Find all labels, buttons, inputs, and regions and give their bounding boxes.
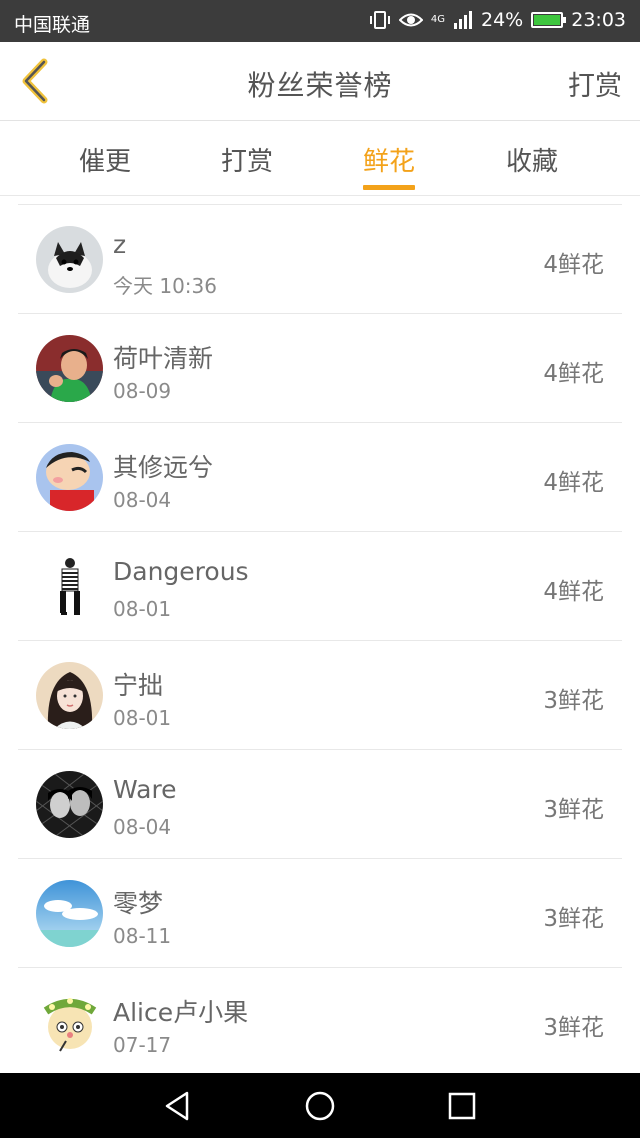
cartoon-avatar (36, 444, 103, 511)
user-name: 荷叶清新 (113, 344, 214, 373)
signal-icon (454, 11, 472, 29)
system-nav-bar (0, 1073, 640, 1138)
flower-count: 3鲜花 (543, 688, 604, 714)
user-date: 08-11 (113, 924, 172, 948)
tab-label: 催更 (79, 147, 132, 177)
user-date: 08-09 (113, 379, 172, 403)
vibrate-icon (369, 11, 390, 29)
avatar[interactable] (36, 880, 103, 947)
tab-label: 收藏 (506, 147, 559, 177)
flower-count: 3鲜花 (543, 1015, 604, 1041)
figure-avatar (36, 553, 103, 620)
user-date: 08-01 (113, 706, 172, 730)
list-item[interactable]: Ware 08-04 3鲜花 (18, 750, 622, 859)
fans-list: z 今天 10:36 4鲜花 荷叶清新 08-09 4鲜花 其修远兮 08-04… (18, 204, 622, 1077)
battery-icon (531, 12, 567, 28)
tab-urge[interactable]: 催更 (79, 141, 131, 178)
clock: 23:03 (571, 9, 626, 31)
list-item[interactable]: Dangerous 08-01 4鲜花 (18, 532, 622, 641)
list-item[interactable]: 荷叶清新 08-09 4鲜花 (18, 314, 622, 423)
list-item[interactable]: 宁拙 08-01 3鲜花 (18, 641, 622, 750)
reward-button[interactable]: 打赏 (568, 64, 622, 103)
list-item[interactable]: z 今天 10:36 4鲜花 (18, 205, 622, 314)
tab-favorites[interactable]: 收藏 (506, 141, 558, 178)
husky-avatar (36, 226, 103, 293)
network-type: 4G (430, 14, 445, 25)
flower-count: 4鲜花 (543, 470, 604, 496)
avatar[interactable] (36, 444, 103, 511)
tab-reward[interactable]: 打赏 (221, 141, 273, 178)
avatar[interactable] (36, 989, 103, 1056)
user-date: 08-01 (113, 597, 172, 621)
avatar[interactable] (36, 662, 103, 729)
boy-photo-avatar (36, 335, 103, 402)
tab-label: 鲜花 (363, 147, 416, 177)
list-item[interactable]: 其修远兮 08-04 4鲜花 (18, 423, 622, 532)
status-icons: 4G 24% 23:03 (369, 9, 626, 31)
flower-count: 3鲜花 (543, 797, 604, 823)
status-bar: 中国联通 4G 24% 23:03 (0, 0, 640, 42)
user-name: z (113, 230, 127, 259)
user-name: 其修远兮 (113, 453, 214, 482)
flower-crown-avatar (36, 989, 103, 1056)
avatar[interactable] (36, 226, 103, 293)
flower-count: 4鲜花 (543, 252, 604, 278)
flower-count: 4鲜花 (543, 361, 604, 387)
page-title: 粉丝荣誉榜 (247, 69, 393, 102)
user-date: 今天 10:36 (113, 274, 217, 298)
list-item[interactable]: Alice卢小果 07-17 3鲜花 (18, 968, 622, 1077)
sky-avatar (36, 880, 103, 947)
tab-label: 打赏 (221, 147, 274, 177)
bw-photo-avatar (36, 771, 103, 838)
tab-bar: 催更 打赏 鲜花 收藏 (0, 121, 640, 196)
user-date: 08-04 (113, 488, 172, 512)
top-bar: 粉丝荣誉榜 打赏 (0, 42, 640, 121)
recents-square-icon[interactable] (445, 1089, 479, 1123)
user-name: Alice卢小果 (113, 998, 249, 1027)
tab-flowers[interactable]: 鲜花 (363, 141, 416, 190)
user-name: Ware (113, 775, 177, 804)
flower-count: 3鲜花 (543, 906, 604, 932)
user-name: Dangerous (113, 557, 249, 586)
user-date: 08-04 (113, 815, 172, 839)
girl-illustration-avatar (36, 662, 103, 729)
battery-percent: 24% (481, 9, 524, 31)
active-tab-indicator (363, 185, 416, 190)
flower-count: 4鲜花 (543, 579, 604, 605)
carrier-label: 中国联通 (14, 14, 91, 36)
back-triangle-icon[interactable] (161, 1089, 195, 1123)
avatar[interactable] (36, 335, 103, 402)
avatar[interactable] (36, 553, 103, 620)
list-item[interactable]: 零梦 08-11 3鲜花 (18, 859, 622, 968)
user-name: 宁拙 (113, 671, 164, 700)
home-circle-icon[interactable] (303, 1089, 337, 1123)
avatar[interactable] (36, 771, 103, 838)
user-date: 07-17 (113, 1033, 172, 1057)
user-name: 零梦 (113, 889, 164, 918)
eye-icon (398, 13, 423, 27)
